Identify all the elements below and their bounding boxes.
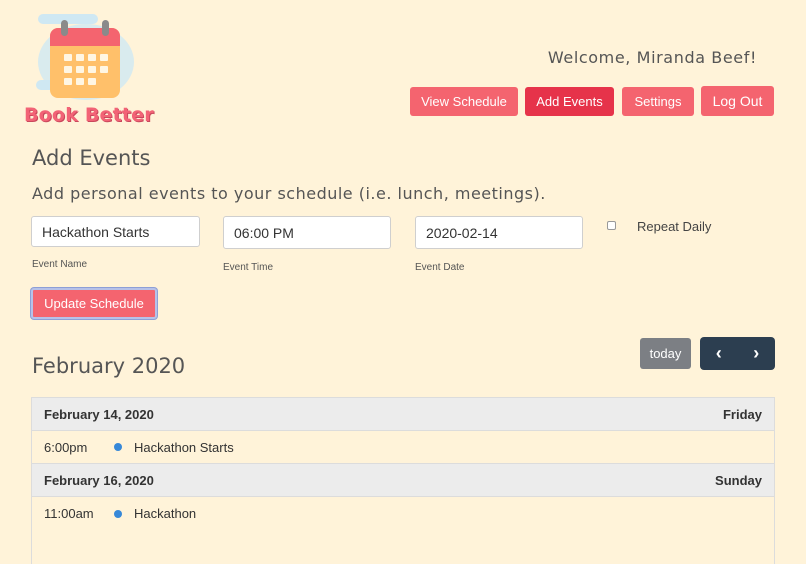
brand-name: Book Better (24, 104, 154, 126)
page-subtitle: Add personal events to your schedule (i.… (32, 184, 546, 203)
event-time-label: Event Time (223, 262, 274, 273)
event-date-input[interactable]: 2020-02-14 (415, 216, 583, 249)
calendar-nav-group: ‹ › (700, 337, 775, 370)
event-date-label: Event Date (415, 262, 465, 273)
view-schedule-button[interactable]: View Schedule (410, 87, 518, 116)
day-weekday: Sunday (715, 472, 762, 488)
list-item[interactable]: 6:00pm Hackathon Starts (32, 431, 774, 464)
event-title: Hackathon (134, 506, 197, 521)
repeat-daily-label: Repeat Daily (637, 219, 712, 234)
day-date: February 16, 2020 (44, 472, 154, 488)
day-weekday: Friday (722, 406, 762, 422)
calendar-list-view: February 14, 2020 Friday 6:00pm Hackatho… (31, 397, 775, 564)
list-item[interactable]: 11:00am Hackathon (32, 497, 774, 530)
welcome-message: Welcome, Miranda Beef! (547, 48, 757, 67)
add-events-button[interactable]: Add Events (525, 87, 614, 116)
log-out-button[interactable]: Log Out (701, 86, 774, 116)
page-title: Add Events (32, 146, 151, 170)
day-header: February 14, 2020 Friday (32, 398, 774, 431)
event-title: Hackathon Starts (134, 439, 234, 455)
chevron-left-icon[interactable]: ‹ (700, 337, 738, 370)
event-dot-icon (114, 509, 122, 518)
calendar-month-title: February 2020 (32, 354, 186, 378)
event-name-input[interactable]: Hackathon Starts (31, 216, 200, 247)
chevron-right-icon[interactable]: › (738, 337, 776, 370)
day-header: February 16, 2020 Sunday (32, 464, 774, 497)
event-dot-icon (114, 443, 122, 451)
settings-button[interactable]: Settings (622, 87, 694, 116)
repeat-daily-checkbox[interactable] (607, 221, 616, 230)
day-date: February 14, 2020 (44, 406, 154, 422)
event-name-label: Event Name (32, 259, 88, 270)
event-time: 11:00am (44, 506, 94, 521)
event-time-input[interactable]: 06:00 PM (223, 216, 391, 249)
update-schedule-button[interactable]: Update Schedule (31, 288, 157, 319)
event-time: 6:00pm (44, 439, 88, 455)
today-button[interactable]: today (640, 338, 691, 369)
